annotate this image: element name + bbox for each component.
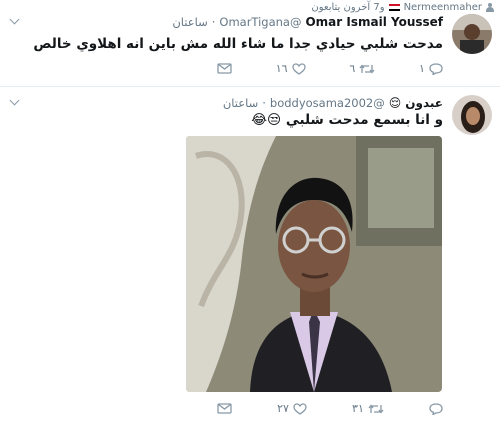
message-button[interactable] bbox=[217, 403, 232, 414]
separator-dot: · bbox=[211, 15, 216, 29]
retweet-count: ٦ bbox=[349, 62, 356, 75]
tweet-text: مدحت شلبي حيادي جدا ما شاء الله مش باين … bbox=[33, 36, 443, 52]
tweet-actions: ٣١ ٢٧ bbox=[217, 402, 443, 415]
like-icon bbox=[293, 402, 307, 415]
retweeter-name[interactable]: Nermeenmaher bbox=[404, 2, 482, 13]
user-handle[interactable]: @boddyosama2002 bbox=[270, 96, 385, 110]
retweet-button[interactable]: ٣١ bbox=[352, 402, 384, 415]
display-name-emoji: 😌 bbox=[388, 96, 402, 110]
retweet-button[interactable]: ٦ bbox=[349, 62, 375, 75]
reply-count: ١ bbox=[419, 62, 425, 75]
like-icon bbox=[291, 62, 306, 75]
like-count: ١٦ bbox=[275, 62, 288, 75]
like-button[interactable]: ٢٧ bbox=[277, 402, 307, 415]
message-icon bbox=[217, 403, 232, 414]
tweet-text: و انا بسمع مدحت شلبي 😒😂 bbox=[251, 112, 443, 128]
retweet-count: ٣١ bbox=[352, 402, 364, 415]
retweet-icon bbox=[359, 63, 375, 74]
message-icon bbox=[217, 63, 232, 74]
user-handle[interactable]: @OmarTigana bbox=[219, 15, 301, 29]
reply-icon bbox=[429, 62, 443, 75]
retweet-icon bbox=[368, 403, 384, 414]
avatar[interactable] bbox=[452, 14, 492, 54]
separator-dot: · bbox=[262, 96, 266, 110]
reply-button[interactable] bbox=[429, 402, 443, 415]
like-count: ٢٧ bbox=[277, 402, 289, 415]
social-context: Nermeenmaher و7 آخرون يتابعون bbox=[311, 2, 494, 13]
person-icon bbox=[486, 3, 494, 12]
chevron-down-icon[interactable] bbox=[9, 95, 20, 106]
tweet-divider bbox=[0, 86, 500, 87]
avatar[interactable] bbox=[452, 95, 492, 135]
timestamp[interactable]: ساعتان bbox=[223, 96, 258, 110]
tweet-media-image[interactable] bbox=[186, 136, 442, 392]
tweet-header: Omar Ismail Youssef @OmarTigana · ساعتان bbox=[172, 15, 443, 29]
timestamp[interactable]: ساعتان bbox=[172, 15, 207, 29]
message-button[interactable] bbox=[217, 63, 232, 74]
others-following[interactable]: و7 آخرون يتابعون bbox=[311, 2, 384, 13]
chevron-down-icon[interactable] bbox=[9, 14, 20, 25]
tweet-header: عبدون 😌 @boddyosama2002 · ساعتان bbox=[223, 96, 443, 110]
display-name[interactable]: عبدون bbox=[405, 96, 443, 110]
display-name[interactable]: Omar Ismail Youssef bbox=[305, 15, 443, 29]
reply-icon bbox=[429, 402, 443, 415]
reply-button[interactable]: ١ bbox=[419, 62, 443, 75]
tweet-actions: ١ ٦ ١٦ bbox=[217, 62, 443, 75]
egypt-flag-icon bbox=[388, 3, 400, 12]
like-button[interactable]: ١٦ bbox=[276, 62, 306, 75]
